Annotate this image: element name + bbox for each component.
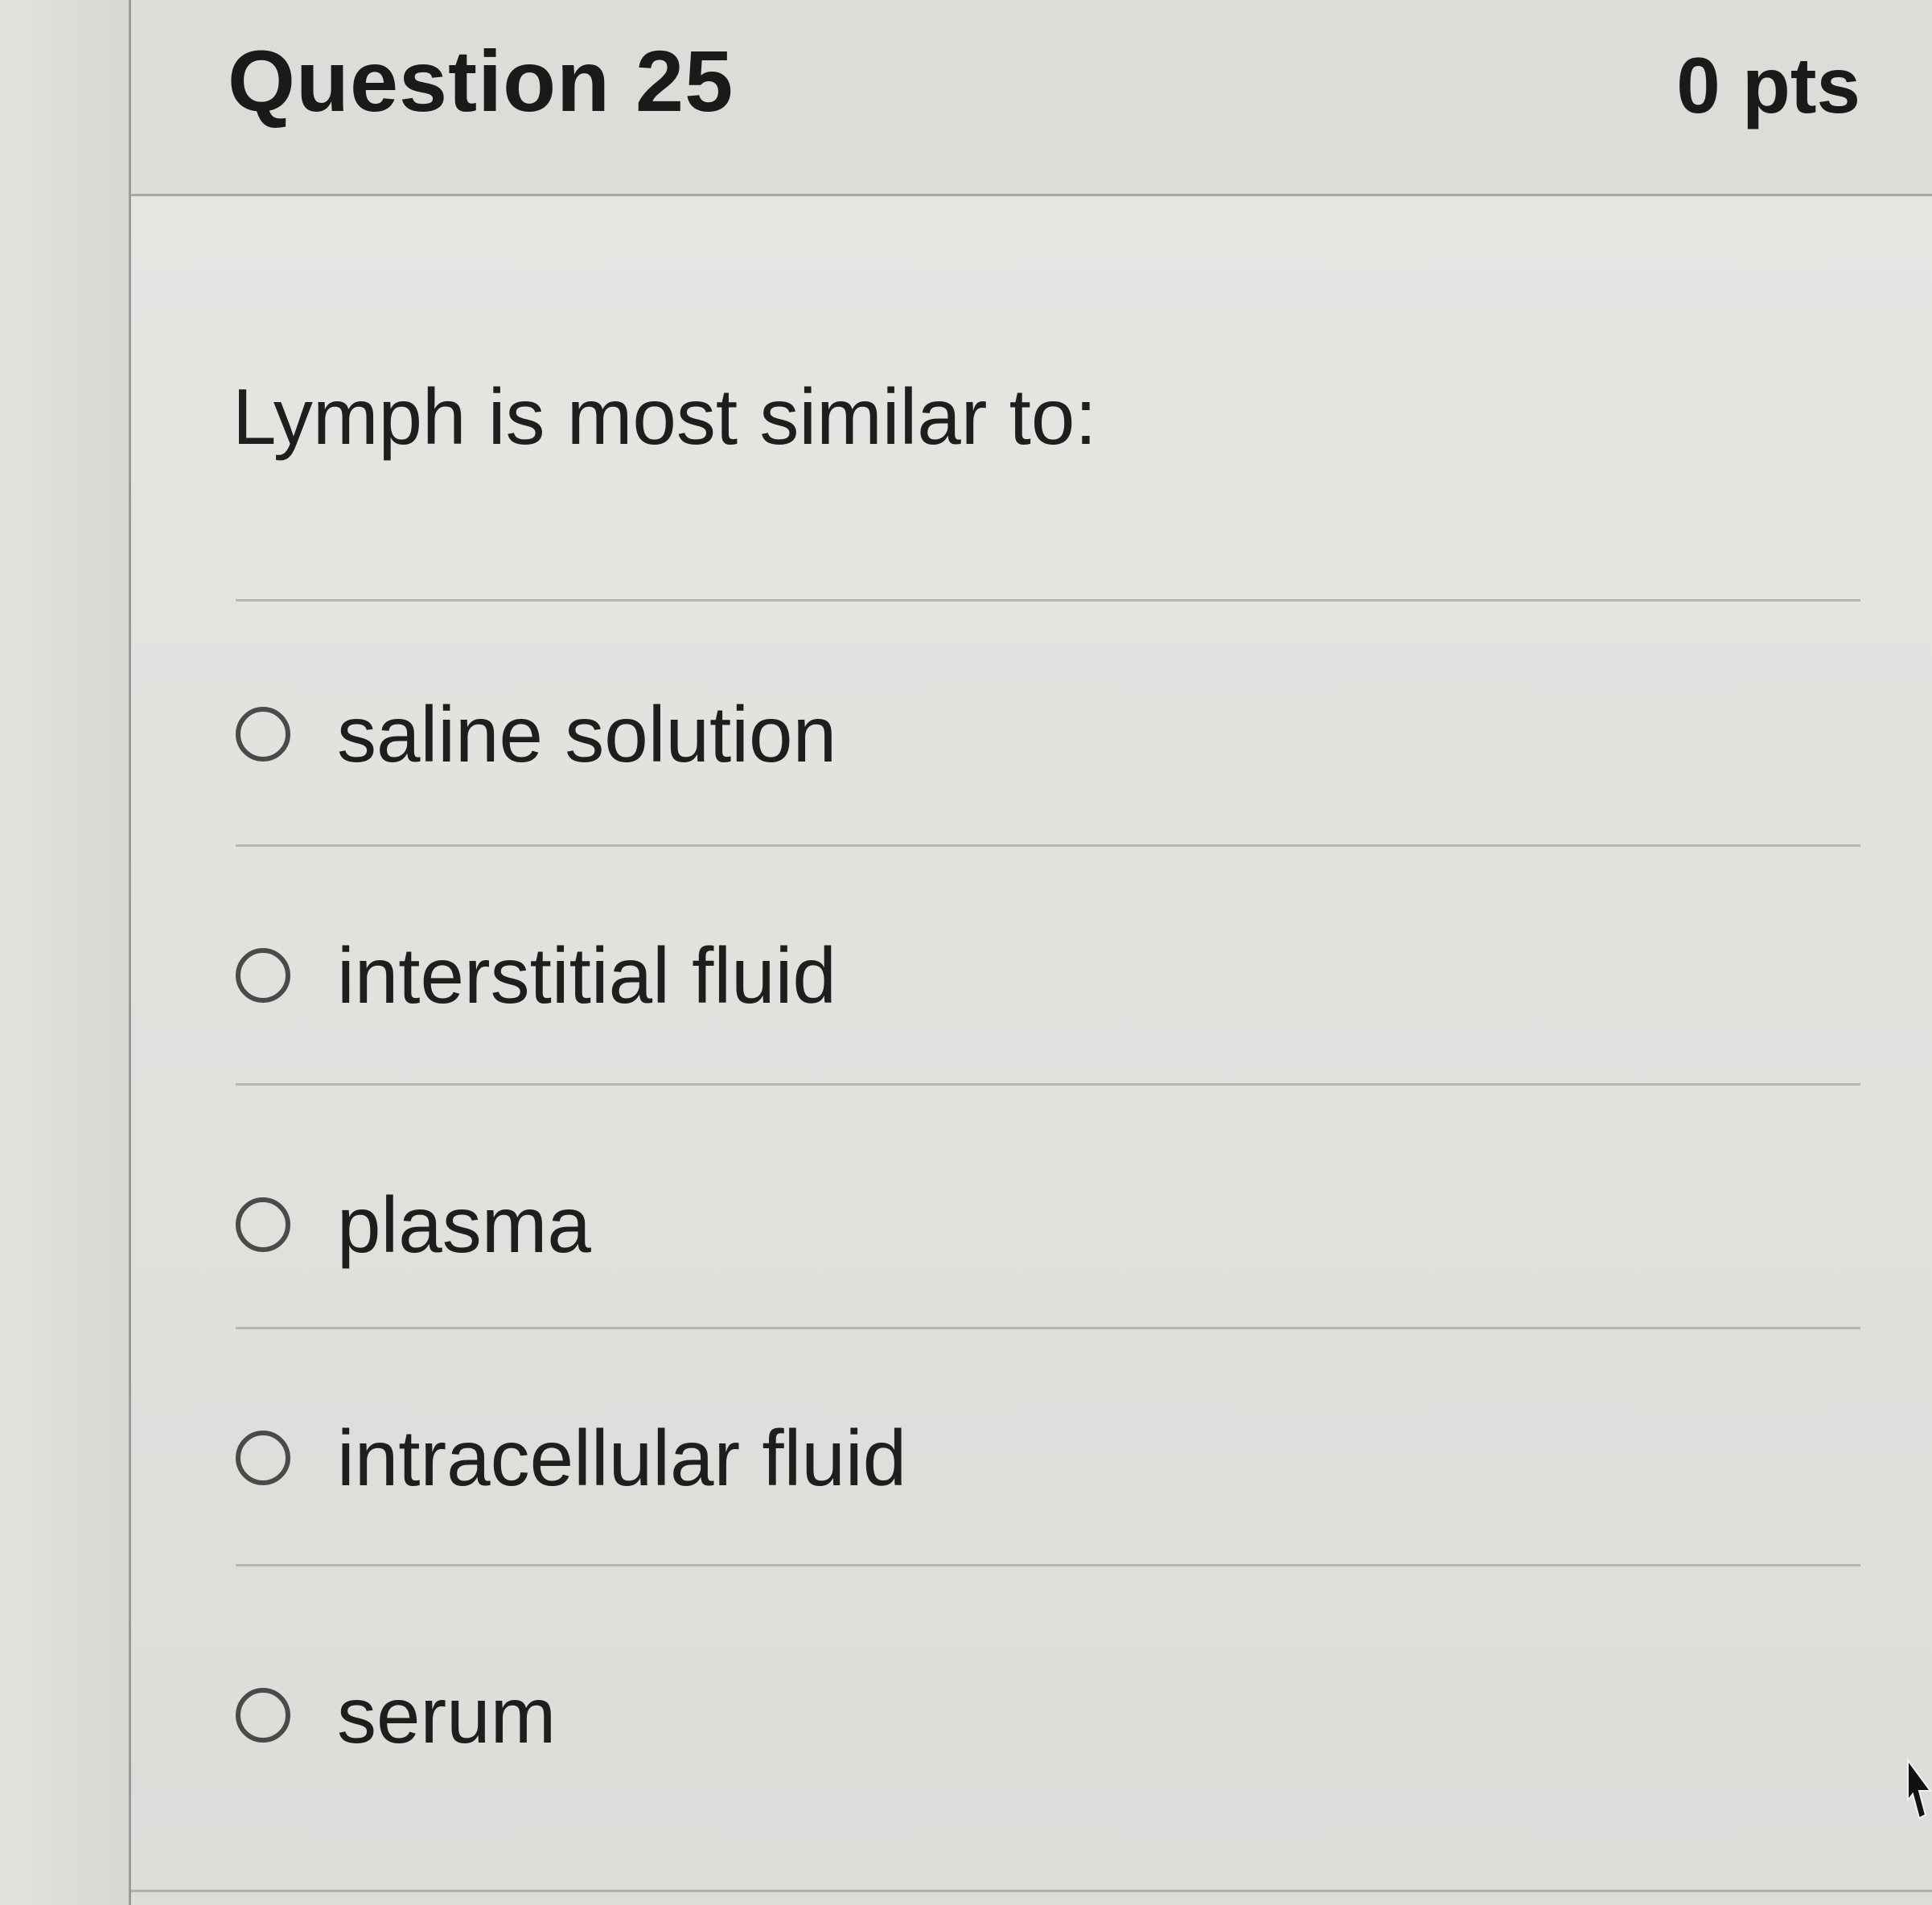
answer-label: intracellular fluid [337, 1413, 907, 1502]
answer-label: plasma [337, 1180, 591, 1269]
answer-divider [236, 1083, 1860, 1086]
question-prompt: Lymph is most similar to: [232, 372, 1097, 461]
answer-divider [236, 844, 1860, 847]
radio-unselected-icon[interactable] [236, 1688, 290, 1743]
question-points: 0 pts [1676, 41, 1860, 129]
answer-option-saline-solution[interactable]: saline solution [236, 678, 1844, 790]
answer-label: saline solution [337, 689, 837, 778]
radio-unselected-icon[interactable] [236, 948, 290, 1003]
answer-divider [236, 1564, 1860, 1566]
question-header: Question 25 0 pts [131, 0, 1932, 196]
answer-option-intracellular-fluid[interactable]: intracellular fluid [236, 1402, 1844, 1514]
radio-unselected-icon[interactable] [236, 707, 290, 762]
answer-label: interstitial fluid [337, 930, 837, 1020]
answer-divider [236, 599, 1860, 601]
card-bottom-border [131, 1890, 1932, 1892]
question-card: Question 25 0 pts Lymph is most similar … [129, 0, 1932, 1905]
answer-option-serum[interactable]: serum [236, 1659, 1844, 1772]
radio-unselected-icon[interactable] [236, 1197, 290, 1252]
answer-label: serum [337, 1670, 557, 1759]
answer-option-interstitial-fluid[interactable]: interstitial fluid [236, 919, 1844, 1032]
answer-option-plasma[interactable]: plasma [236, 1168, 1844, 1281]
mouse-pointer-icon [1907, 1757, 1932, 1820]
answer-divider [236, 1327, 1860, 1329]
radio-unselected-icon[interactable] [236, 1431, 290, 1485]
question-title: Question 25 [228, 32, 734, 129]
page-left-margin [0, 0, 129, 1905]
